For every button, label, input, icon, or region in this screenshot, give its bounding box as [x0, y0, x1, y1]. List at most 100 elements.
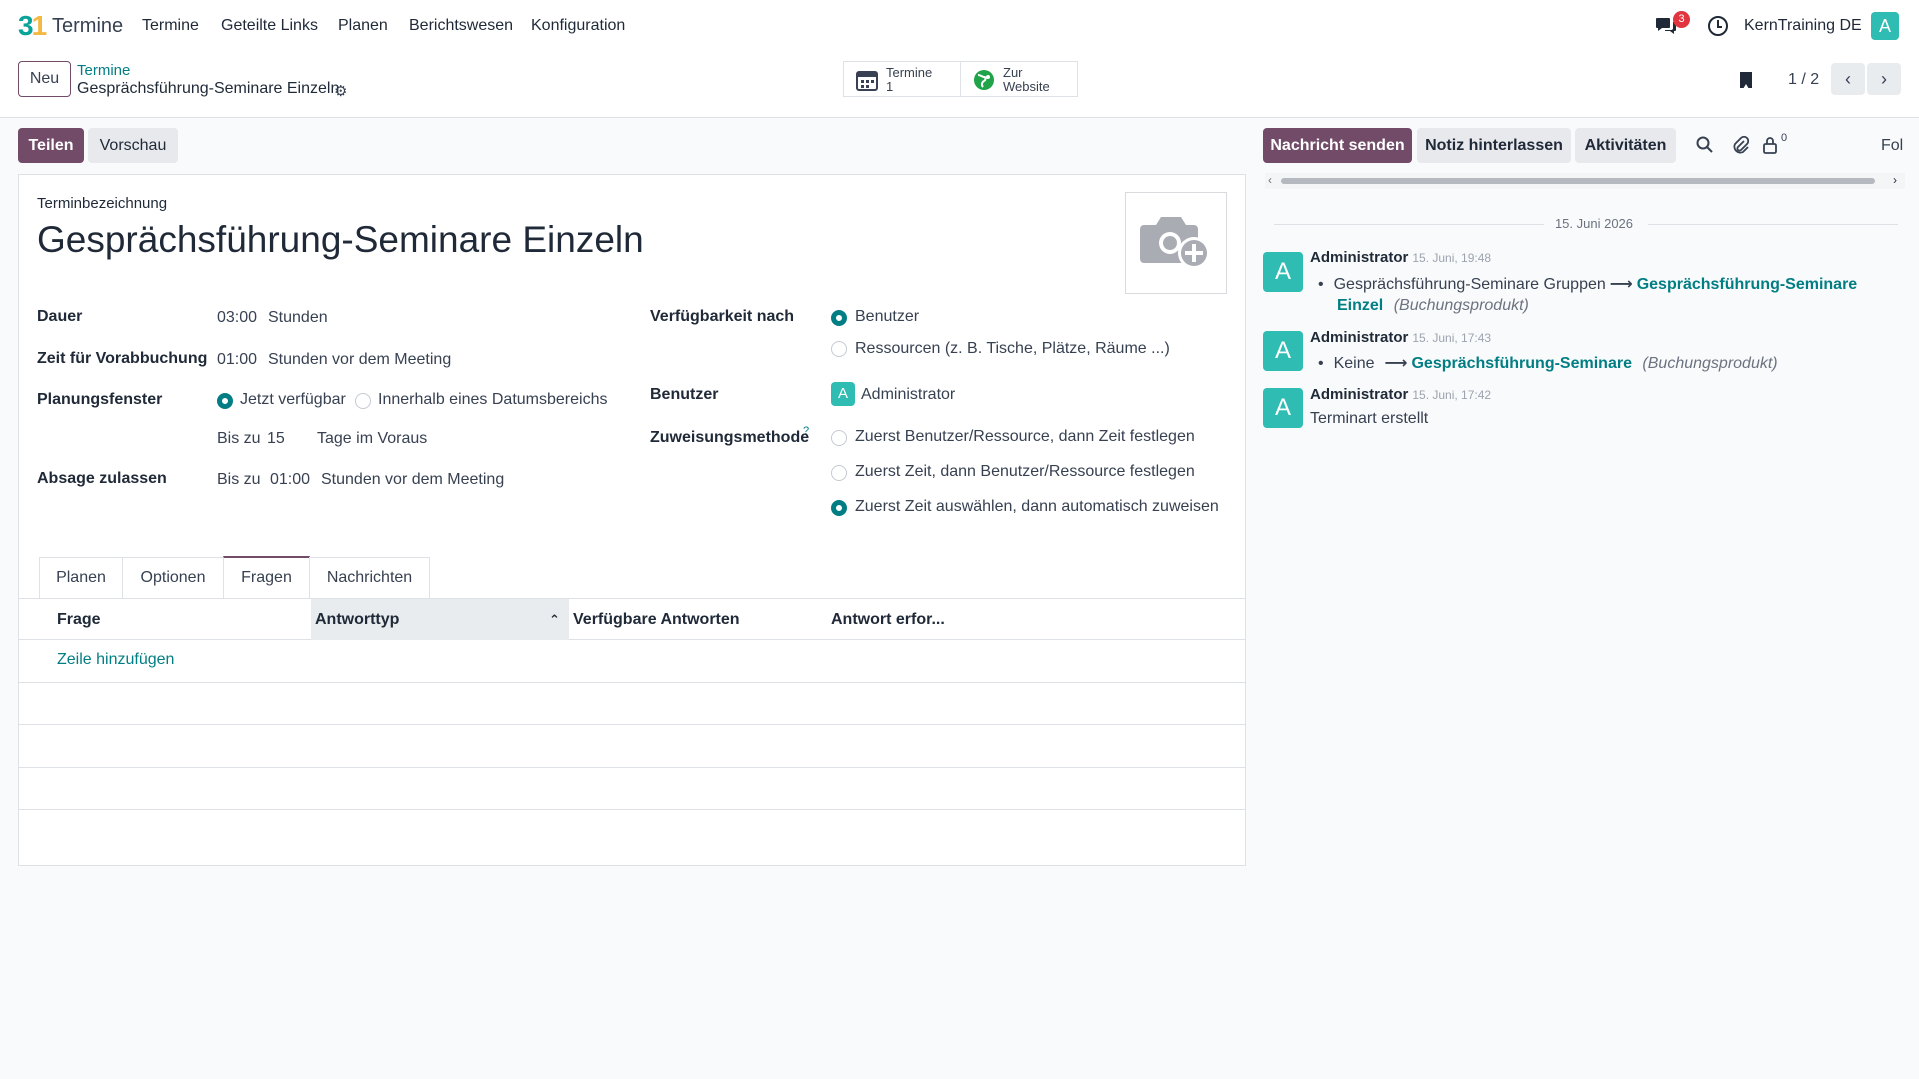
message-author[interactable]: Administrator 15. Juni, 19:48: [1310, 249, 1491, 266]
tab-planen[interactable]: Planen: [39, 557, 123, 598]
option-assignment-auto[interactable]: Zuerst Zeit auswählen, dann automatisch …: [855, 498, 1219, 516]
company-switcher[interactable]: KernTraining DE: [1744, 17, 1862, 35]
avatar[interactable]: A: [1263, 331, 1303, 371]
window-days-input[interactable]: 15: [267, 430, 285, 448]
radio-date-range[interactable]: [355, 393, 371, 409]
user-tag-avatar: A: [831, 382, 855, 406]
duration-input[interactable]: 03:00: [217, 309, 257, 327]
smart-button-value: 1: [886, 79, 894, 94]
tracking-value-line-2: Einzel (Buchungsprodukt): [1337, 297, 1529, 315]
cancellation-prefix: Bis zu: [217, 471, 261, 488]
column-frage[interactable]: Frage: [57, 599, 101, 640]
tracking-new-value-link[interactable]: Gesprächsführung-Seminare: [1411, 355, 1632, 372]
log-note-button[interactable]: Notiz hinterlassen: [1417, 128, 1571, 163]
window-days-unit: Tage im Voraus: [317, 430, 428, 447]
image-upload[interactable]: [1125, 192, 1227, 294]
tracking-new-value-link[interactable]: Gesprächsführung-Seminare: [1637, 276, 1858, 293]
pager-value[interactable]: 1 / 2: [1788, 71, 1819, 89]
send-message-button[interactable]: Nachricht senden: [1263, 128, 1412, 163]
window-until-prefix: Bis zu: [217, 430, 261, 447]
paperclip-icon[interactable]: [1731, 135, 1749, 155]
new-button[interactable]: Neu: [18, 61, 71, 97]
tab-nachrichten[interactable]: Nachrichten: [309, 557, 430, 598]
menu-planen[interactable]: Planen: [338, 17, 388, 35]
tracking-new-value-link-2[interactable]: Einzel: [1337, 297, 1383, 314]
option-assignment-time-first[interactable]: Zuerst Zeit, dann Benutzer/Ressource fes…: [855, 463, 1195, 481]
option-availability-resources[interactable]: Ressourcen (z. B. Tische, Plätze, Räume …: [855, 340, 1170, 358]
lock-icon[interactable]: [1762, 136, 1778, 154]
user-tag-administrator[interactable]: Administrator: [861, 386, 955, 404]
arrow-right-icon: ⟶: [1384, 355, 1408, 372]
radio-assignment-auto[interactable]: [831, 500, 847, 516]
add-line-link[interactable]: Zeile hinzufügen: [57, 651, 174, 669]
bookmark-icon[interactable]: [1740, 72, 1752, 89]
app-logo-icon[interactable]: 31: [18, 10, 47, 42]
help-tooltip-icon[interactable]: ?: [803, 425, 809, 437]
column-antworttyp[interactable]: Antworttyp: [315, 599, 399, 640]
follower-count: 0: [1781, 132, 1788, 144]
breadcrumb-current: Gesprächsführung-Seminare Einzeln: [77, 80, 340, 97]
option-now-available[interactable]: Jetzt verfügbar: [240, 391, 346, 409]
message-time: 15. Juni, 17:42: [1412, 388, 1492, 402]
menu-geteilte-links[interactable]: Geteilte Links: [221, 17, 318, 35]
cancellation-input[interactable]: 01:00: [270, 471, 310, 489]
scroll-left-icon[interactable]: ‹: [1268, 173, 1272, 187]
control-panel: Neu Termine Gesprächsführung-Seminare Ei…: [0, 52, 1919, 118]
availability-label: Verfügbarkeit nach: [650, 308, 795, 325]
list-add-row: Zeile hinzufügen: [19, 640, 1245, 683]
tab-fragen[interactable]: Fragen: [223, 556, 310, 598]
smart-button-website[interactable]: Zur Website: [960, 61, 1078, 97]
smart-button-label: Zur: [1003, 65, 1023, 80]
radio-assignment-user-first[interactable]: [831, 430, 847, 446]
top-navbar: 31 Termine Termine Geteilte Links Planen…: [0, 0, 1919, 52]
appointment-name-input[interactable]: Gesprächsführung-Seminare Einzeln: [37, 219, 644, 261]
smart-button-termine[interactable]: Termine 1: [843, 61, 961, 97]
avatar[interactable]: A: [1263, 388, 1303, 428]
sort-chevron-up-icon[interactable]: ⌃: [549, 599, 560, 640]
scroll-thumb[interactable]: [1281, 178, 1875, 184]
tab-optionen[interactable]: Optionen: [122, 557, 224, 598]
preview-button[interactable]: Vorschau: [88, 128, 178, 163]
menu-konfiguration[interactable]: Konfiguration: [531, 17, 625, 35]
form-sheet: Terminbezeichnung Gesprächsführung-Semin…: [18, 174, 1246, 866]
share-button[interactable]: Teilen: [18, 128, 84, 163]
gear-icon[interactable]: ⚙: [334, 82, 347, 100]
column-antwort-erforderlich[interactable]: Antwort erfor...: [831, 599, 945, 640]
avatar[interactable]: A: [1263, 252, 1303, 292]
radio-assignment-time-first[interactable]: [831, 465, 847, 481]
follow-button[interactable]: Fol: [1881, 137, 1903, 155]
scroll-right-icon[interactable]: ›: [1893, 173, 1897, 187]
message-author[interactable]: Administrator 15. Juni, 17:42: [1310, 386, 1491, 403]
menu-berichtswesen[interactable]: Berichtswesen: [409, 17, 513, 35]
option-date-range[interactable]: Innerhalb eines Datumsbereichs: [378, 391, 607, 409]
app-name[interactable]: Termine: [52, 15, 123, 38]
tracking-old-value: Gesprächsführung-Seminare Gruppen: [1333, 276, 1606, 293]
activity-clock-icon[interactable]: [1708, 16, 1728, 36]
planning-window-label: Planungsfenster: [37, 391, 163, 408]
option-assignment-user-first[interactable]: Zuerst Benutzer/Ressource, dann Zeit fes…: [855, 428, 1195, 446]
pager-previous-button[interactable]: ‹: [1831, 63, 1865, 95]
lead-time-input[interactable]: 01:00: [217, 351, 257, 369]
breadcrumb-parent-link[interactable]: Termine: [77, 62, 130, 79]
radio-availability-users[interactable]: [831, 310, 847, 326]
search-icon[interactable]: [1696, 136, 1714, 154]
chatter-topbar-scrollbar[interactable]: ‹ ›: [1265, 173, 1905, 189]
menu-termine[interactable]: Termine: [142, 17, 199, 35]
arrow-right-icon: ⟶: [1609, 276, 1633, 293]
message-time: 15. Juni, 17:43: [1412, 331, 1492, 345]
tracking-value-line: • Gesprächsführung-Seminare Gruppen ⟶ Gespr…: [1318, 276, 1858, 293]
activities-button[interactable]: Aktivitäten: [1575, 128, 1676, 163]
column-verfuegbare-antworten[interactable]: Verfügbare Antworten: [573, 599, 740, 640]
tracking-field-name: (Buchungsprodukt): [1393, 297, 1529, 314]
radio-availability-resources[interactable]: [831, 341, 847, 357]
user-avatar[interactable]: A: [1871, 12, 1899, 40]
questions-list-header: Frage Antworttyp ⌃ Verfügbare Antworten …: [19, 598, 1245, 640]
pager-next-button[interactable]: ›: [1867, 63, 1901, 95]
users-label: Benutzer: [650, 386, 719, 403]
option-availability-users[interactable]: Benutzer: [855, 308, 919, 326]
message-author[interactable]: Administrator 15. Juni, 17:43: [1310, 329, 1491, 346]
lead-time-label: Zeit für Vorabbuchung: [37, 350, 208, 367]
lead-time-unit: Stunden vor dem Meeting: [268, 351, 452, 368]
radio-now-available[interactable]: [217, 393, 233, 409]
camera-plus-icon: [1140, 217, 1210, 269]
